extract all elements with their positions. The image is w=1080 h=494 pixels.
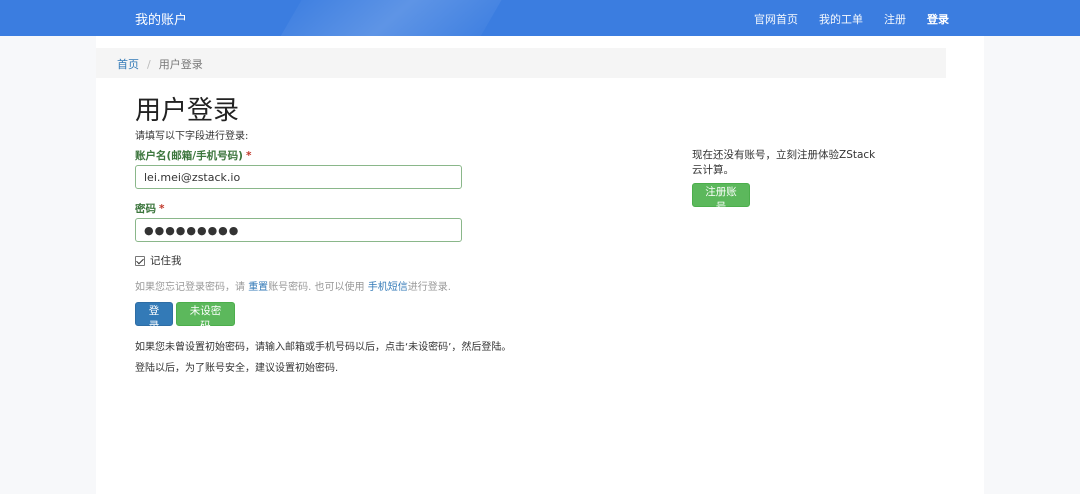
register-account-button[interactable]: 注册账号 — [692, 183, 750, 213]
no-password-button[interactable]: 未设密码 — [176, 302, 235, 332]
nav-link-login[interactable]: 登录 — [927, 11, 949, 27]
login-help-text: 如果您忘记登录密码，请 重置账号密码. 也可以使用 手机短信进行登录. — [135, 278, 451, 293]
page-content: 首页 / 用户登录 用户登录 请填写以下字段进行登录: 账户名(邮箱/手机号码) * … — [96, 36, 984, 494]
required-mark: * — [245, 150, 252, 162]
password-label: 密码 * — [135, 201, 165, 216]
help-text-part: 如果您忘记登录密码，请 — [135, 282, 249, 293]
help-text-part: 账号密码. 也可以使用 — [268, 282, 368, 293]
account-label: 账户名(邮箱/手机号码) * — [135, 148, 251, 163]
account-input[interactable] — [135, 165, 462, 189]
breadcrumb: 首页 / 用户登录 — [96, 48, 946, 78]
nav-links: 官网首页 我的工单 注册 登录 — [754, 11, 949, 27]
register-prompt: 现在还没有账号，立刻注册体验ZStack云计算。 — [692, 149, 876, 176]
remember-me-label: 记住我 — [150, 255, 182, 267]
nav-link-tickets[interactable]: 我的工单 — [819, 11, 863, 27]
breadcrumb-current: 用户登录 — [158, 58, 203, 71]
nav-link-register[interactable]: 注册 — [884, 11, 906, 27]
account-label-text: 账户名(邮箱/手机号码) — [135, 150, 243, 162]
remember-me[interactable]: 记住我 — [135, 253, 182, 268]
initial-password-note: 如果您未曾设置初始密码，请输入邮箱或手机号码以后，点击‘未设密码’，然后登陆。 — [135, 342, 512, 353]
brand-link[interactable]: 我的账户 — [135, 9, 187, 28]
password-input[interactable] — [135, 218, 462, 242]
breadcrumb-home-link[interactable]: 首页 — [117, 58, 139, 71]
sms-login-link[interactable]: 手机短信 — [368, 282, 408, 293]
password-label-text: 密码 — [135, 203, 156, 215]
nav-link-homepage[interactable]: 官网首页 — [754, 11, 798, 27]
form-intro: 请填写以下字段进行登录: — [135, 131, 249, 142]
security-note: 登陆以后，为了账号安全，建议设置初始密码. — [135, 363, 339, 374]
reset-password-link[interactable]: 重置 — [248, 282, 268, 293]
top-navbar: 我的账户 官网首页 我的工单 注册 登录 — [0, 0, 1080, 36]
remember-me-checkbox[interactable] — [135, 255, 145, 266]
login-button[interactable]: 登录 — [135, 302, 173, 332]
navbar-decoration — [255, 0, 525, 36]
help-text-part: 进行登录. — [407, 282, 451, 293]
breadcrumb-separator: / — [147, 58, 151, 71]
required-mark: * — [159, 203, 165, 215]
page-title: 用户登录 — [135, 96, 240, 126]
